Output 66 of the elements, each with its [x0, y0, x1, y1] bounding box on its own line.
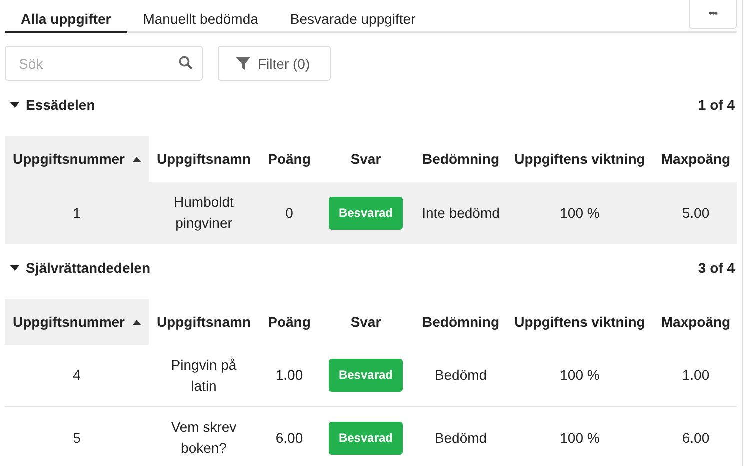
- column-label: Uppgiftsnamn: [156, 314, 252, 330]
- tab[interactable]: Alla uppgifter: [5, 0, 128, 33]
- status-badge: Besvarad: [328, 422, 404, 454]
- table-cell-text: 0: [284, 204, 294, 222]
- table-cell-text: 6.00: [274, 428, 304, 448]
- table-row[interactable]: 1 Humboldt pingviner 0 Besvarad Inte bedömd 100 % 5.00: [5, 182, 737, 244]
- column-header[interactable]: Maxpoäng: [650, 136, 742, 182]
- table-cell-text: Bedömd: [434, 428, 488, 448]
- table-cell-text: 100 %: [559, 428, 601, 448]
- column-label: Uppgiftens viktning: [514, 151, 646, 167]
- table-cell-text: Inte bedömd: [421, 204, 501, 222]
- more-button[interactable]: •••: [689, 0, 737, 29]
- column-header[interactable]: Poäng: [259, 299, 320, 345]
- column-header[interactable]: Uppgiftsnummer: [5, 136, 149, 182]
- status-badge: Besvarad: [328, 196, 404, 230]
- table-cell-text: Bedömd: [434, 366, 488, 385]
- caret-icon[interactable]: [10, 102, 20, 108]
- column-label: Poäng: [268, 314, 311, 330]
- table-cell-text: 1: [72, 204, 82, 222]
- table-cell-text: 1.00: [274, 366, 304, 385]
- filter-button[interactable]: Filter (0): [218, 46, 331, 81]
- sort-icon: [133, 156, 141, 162]
- status-badge: Besvarad: [328, 359, 404, 392]
- section-title: Essädelen: [26, 97, 96, 113]
- section-count: 3 of 4: [698, 260, 735, 276]
- column-header[interactable]: Uppgiftsnamn: [149, 299, 259, 345]
- column-header[interactable]: Uppgiftsnamn: [149, 136, 259, 182]
- column-header[interactable]: Uppgiftsnummer: [5, 299, 149, 345]
- tab[interactable]: Besvarade uppgifter: [274, 0, 432, 33]
- column-header[interactable]: Uppgiftens viktning: [510, 136, 650, 182]
- column-label: Uppgiftsnummer: [13, 314, 125, 330]
- column-header[interactable]: Bedömning: [412, 299, 510, 345]
- table-cell-text: 5: [72, 428, 82, 448]
- column-header[interactable]: Maxpoäng: [650, 299, 742, 345]
- column-header[interactable]: Bedömning: [412, 136, 510, 182]
- table-cell-text: 100 %: [559, 204, 601, 222]
- table-cell-text: Pingvin på latin: [170, 356, 238, 396]
- table-cell-text: 1.00: [681, 366, 711, 385]
- column-label: Maxpoäng: [661, 314, 731, 330]
- column-header[interactable]: Svar: [320, 136, 412, 182]
- column-label: Uppgiftens viktning: [514, 314, 646, 330]
- column-label: Poäng: [268, 151, 311, 167]
- column-label: Svar: [350, 314, 382, 330]
- column-label: Bedömning: [422, 151, 500, 167]
- column-header[interactable]: Uppgiftens viktning: [510, 299, 650, 345]
- table-cell-text: Vem skrev boken?: [170, 418, 238, 458]
- column-header[interactable]: Svar: [320, 299, 412, 345]
- column-label: Uppgiftsnamn: [156, 151, 252, 167]
- search-field[interactable]: Sök: [5, 46, 203, 81]
- column-header[interactable]: Poäng: [259, 136, 320, 182]
- filter-icon: [236, 56, 251, 71]
- column-label: Svar: [350, 151, 382, 167]
- table-cell-text: Humboldt pingviner: [173, 193, 235, 233]
- column-label: Maxpoäng: [661, 151, 731, 167]
- section-title: Självrättandedelen: [26, 260, 150, 276]
- table-cell-text: 5.00: [681, 204, 711, 222]
- tab[interactable]: Manuellt bedömda: [127, 0, 274, 33]
- table-cell-text: 100 %: [559, 366, 601, 385]
- column-label: Bedömning: [422, 314, 500, 330]
- section-count: 1 of 4: [698, 97, 735, 113]
- column-label: Uppgiftsnummer: [13, 151, 125, 167]
- caret-icon[interactable]: [10, 265, 20, 271]
- table-cell-text: 6.00: [681, 428, 711, 448]
- search-icon: [179, 56, 193, 70]
- table-cell-text: 4: [72, 366, 82, 385]
- sort-icon: [133, 320, 141, 324]
